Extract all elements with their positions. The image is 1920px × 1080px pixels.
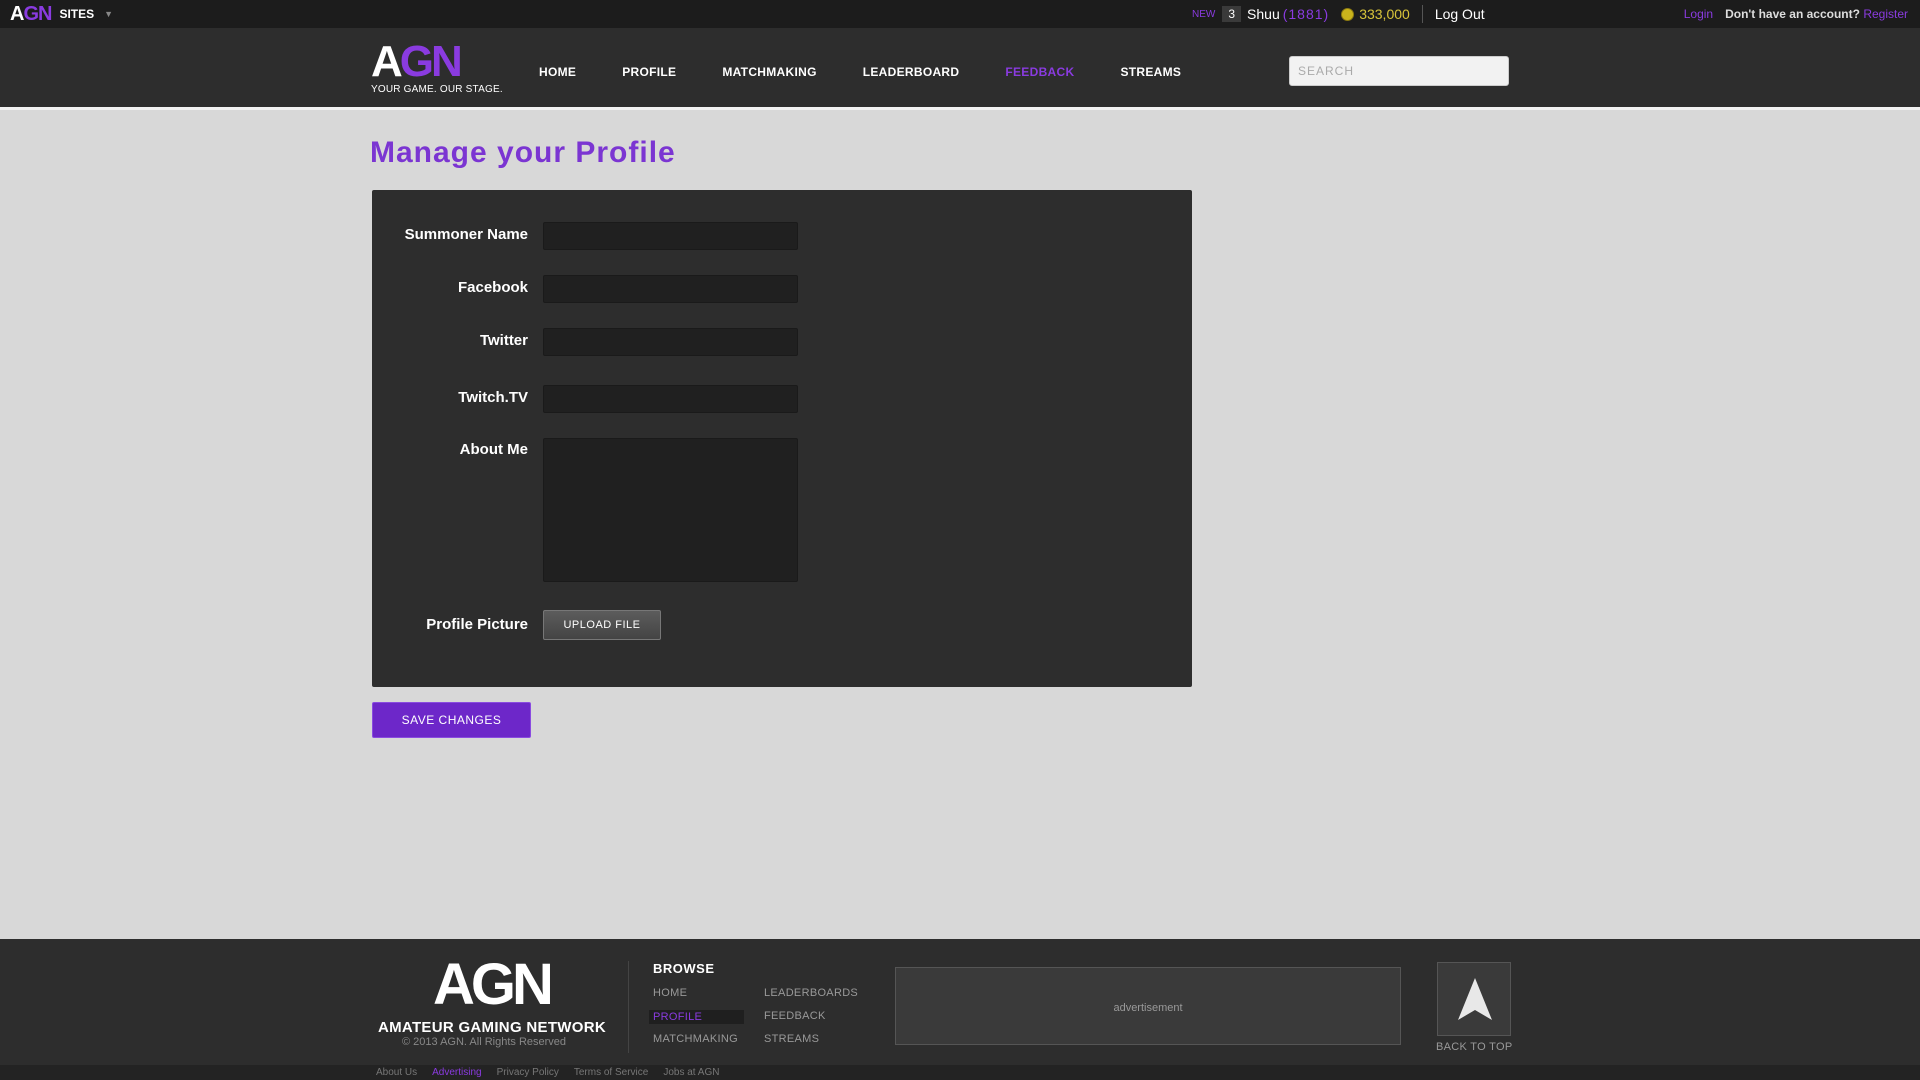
summoner-name-field[interactable] <box>543 222 798 250</box>
nav-profile[interactable]: PROFILE <box>622 65 676 79</box>
advertisement-label: advertisement <box>1113 1002 1183 1014</box>
logo-mark: AGN <box>371 40 503 84</box>
no-account-text: Don't have an account? Register <box>1725 7 1908 21</box>
sites-label: SITES <box>59 7 95 21</box>
login-link[interactable]: Login <box>1684 7 1713 21</box>
register-link[interactable]: Register <box>1863 7 1908 21</box>
agn-logo[interactable]: AGN YOUR GAME. OUR STAGE. <box>371 40 503 96</box>
page-title: Manage your Profile <box>370 136 676 169</box>
new-label: NEW <box>1192 8 1216 20</box>
auth-links: Login Don't have an account? Register <box>1684 7 1908 21</box>
notification-count-badge[interactable]: 3 <box>1222 6 1242 22</box>
summoner-name-label: Summoner Name <box>404 226 528 243</box>
footer-network-name: AMATEUR GAMING NETWORK <box>378 1019 606 1036</box>
logo-a: A <box>371 37 403 86</box>
nav-home[interactable]: HOME <box>539 65 576 79</box>
logo-tagline: YOUR GAME. OUR STAGE. <box>371 84 503 95</box>
facebook-label: Facebook <box>457 279 528 296</box>
terms-of-service-link[interactable]: Terms of Service <box>574 1067 648 1078</box>
advertisement-slot[interactable]: advertisement <box>895 967 1401 1045</box>
profile-picture-label: Profile Picture <box>426 616 528 633</box>
nav-matchmaking[interactable]: MATCHMAKING <box>722 65 816 79</box>
footer-link-streams[interactable]: STREAMS <box>764 1033 819 1045</box>
user-rating: (1881) <box>1282 6 1330 22</box>
footer-divider <box>628 961 629 1053</box>
privacy-policy-link[interactable]: Privacy Policy <box>497 1067 559 1078</box>
search-input[interactable] <box>1289 56 1509 86</box>
coin-balance: 333,000 <box>1359 6 1410 22</box>
footer-link-profile[interactable]: PROFILE <box>649 1010 745 1024</box>
no-account-label: Don't have an account? <box>1725 7 1860 21</box>
user-box: NEW 3 Shuu (1881) 333,000 Log Out <box>1192 4 1485 24</box>
divider <box>1421 5 1423 23</box>
advertising-link[interactable]: Advertising <box>432 1067 481 1078</box>
agn-small-logo: AGN <box>10 3 52 25</box>
nav-leaderboard[interactable]: LEADERBOARD <box>863 65 960 79</box>
logo-gn: GN <box>399 37 463 86</box>
main-nav: HOME PROFILE MATCHMAKING LEADERBOARD FEE… <box>539 65 1227 79</box>
back-to-top-label[interactable]: BACK TO TOP <box>1436 1041 1512 1053</box>
twitch-label: Twitch.TV <box>458 389 528 406</box>
footer-logo: AGN <box>433 952 554 1017</box>
back-to-top-button[interactable] <box>1437 962 1511 1036</box>
logo-gn: GN <box>23 3 52 25</box>
footer: AGN AMATEUR GAMING NETWORK © 2013 AGN. A… <box>0 939 1920 1065</box>
footer-link-feedback[interactable]: FEEDBACK <box>764 1010 826 1022</box>
about-me-textarea[interactable] <box>543 438 798 582</box>
twitter-label: Twitter <box>479 332 528 349</box>
twitter-field[interactable] <box>543 328 798 356</box>
logout-link[interactable]: Log Out <box>1435 6 1485 22</box>
logo-a: A <box>10 3 24 25</box>
footer-link-home[interactable]: HOME <box>653 987 687 999</box>
username-link[interactable]: Shuu <box>1247 6 1280 22</box>
footer-link-matchmaking[interactable]: MATCHMAKING <box>653 1033 738 1045</box>
footer-link-leaderboards[interactable]: LEADERBOARDS <box>764 987 858 999</box>
profile-form-panel: Summoner Name Facebook Twitter Twitch.TV… <box>372 190 1192 687</box>
nav-streams[interactable]: STREAMS <box>1120 65 1181 79</box>
arrow-up-icon <box>1458 978 1492 1020</box>
twitch-field[interactable] <box>543 385 798 413</box>
browse-title: BROWSE <box>653 961 715 976</box>
sub-footer-links: About Us Advertising Privacy Policy Term… <box>376 1067 719 1078</box>
sites-menu[interactable]: AGN SITES ▼ <box>10 4 113 24</box>
about-me-label: About Me <box>459 441 528 458</box>
facebook-field[interactable] <box>543 275 798 303</box>
top-utility-bar: AGN SITES ▼ NEW 3 Shuu (1881) 333,000 Lo… <box>0 0 1920 28</box>
upload-file-button[interactable]: UPLOAD FILE <box>543 610 661 640</box>
chevron-down-icon: ▼ <box>104 9 114 19</box>
nav-feedback[interactable]: FEEDBACK <box>1005 65 1074 79</box>
coin-icon <box>1341 7 1355 21</box>
about-us-link[interactable]: About Us <box>376 1067 417 1078</box>
jobs-link[interactable]: Jobs at AGN <box>663 1067 719 1078</box>
save-changes-button[interactable]: SAVE CHANGES <box>372 702 531 738</box>
main-header: AGN YOUR GAME. OUR STAGE. HOME PROFILE M… <box>0 28 1920 110</box>
footer-copyright: © 2013 AGN. All Rights Reserved <box>402 1036 567 1048</box>
sub-footer: About Us Advertising Privacy Policy Term… <box>0 1065 1920 1080</box>
